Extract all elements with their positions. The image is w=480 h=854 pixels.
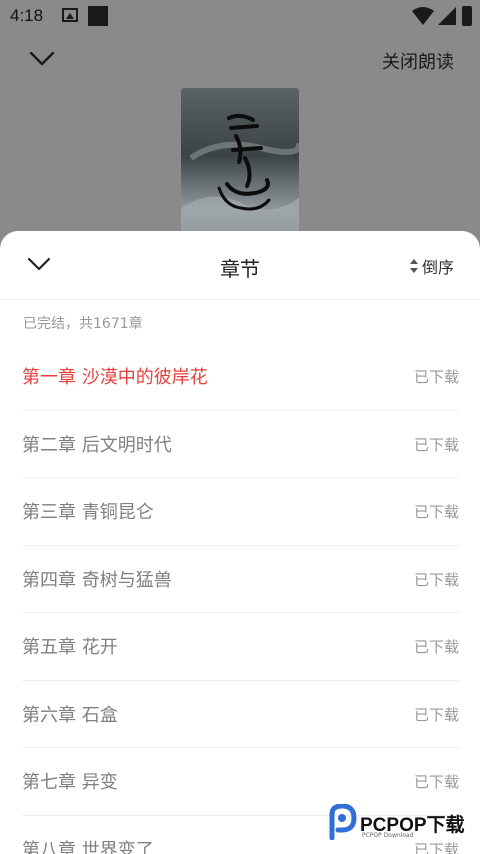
download-status: 已下载 bbox=[413, 368, 459, 386]
book-cover bbox=[181, 88, 299, 238]
sheet-header: 章节 倒序 bbox=[0, 231, 480, 300]
chapter-item[interactable]: 第四章 奇树与猛兽 已下载 bbox=[22, 546, 459, 613]
chapter-title: 第五章 花开 bbox=[22, 637, 118, 658]
status-bar: 4:18 bbox=[0, 0, 480, 34]
chapter-title: 第三章 青铜昆仑 bbox=[22, 502, 154, 523]
download-status: 已下载 bbox=[413, 773, 459, 791]
image-notification-icon bbox=[62, 8, 78, 22]
app-notification-icon bbox=[88, 6, 108, 26]
chevron-down-icon[interactable] bbox=[26, 44, 58, 72]
download-status: 已下载 bbox=[413, 638, 459, 656]
wifi-icon bbox=[412, 7, 434, 25]
download-status: 已下载 bbox=[413, 705, 459, 724]
chapter-title: 第一章 沙漠中的彼岸花 bbox=[22, 367, 208, 388]
signal-icon bbox=[438, 7, 456, 25]
watermark-subtext: PCPOP Download bbox=[362, 832, 414, 839]
sort-order-button[interactable]: 倒序 bbox=[409, 255, 454, 277]
chapter-item[interactable]: 第六章 石盒 已下载 bbox=[22, 681, 459, 748]
chapters-bottom-sheet: 章节 倒序 已完结，共1671章 第一章 沙漠中的彼岸花 已下载 第二章 后文明… bbox=[0, 231, 480, 854]
battery-icon bbox=[462, 6, 472, 26]
chapter-title: 第七章 异变 bbox=[22, 772, 118, 793]
download-status: 已下载 bbox=[413, 570, 459, 589]
watermark: PCPOP下载 PCPOP Download bbox=[326, 804, 472, 844]
download-status: 已下载 bbox=[413, 435, 459, 454]
sort-label: 倒序 bbox=[421, 258, 454, 277]
chapter-item[interactable]: 第一章 沙漠中的彼岸花 已下载 bbox=[22, 343, 459, 411]
close-reading-button[interactable]: 关闭朗读 bbox=[382, 48, 454, 74]
chapter-item[interactable]: 第二章 后文明时代 已下载 bbox=[22, 411, 459, 478]
chapter-title: 第八章 世界变了 bbox=[22, 839, 154, 854]
sort-icon bbox=[409, 259, 418, 273]
chapter-item[interactable]: 第三章 青铜昆仑 已下载 bbox=[22, 478, 459, 546]
chapter-item[interactable]: 第五章 花开 已下载 bbox=[22, 613, 459, 681]
status-time: 4:18 bbox=[10, 6, 44, 25]
chapter-list: 第一章 沙漠中的彼岸花 已下载 第二章 后文明时代 已下载 第三章 青铜昆仑 已… bbox=[22, 343, 459, 854]
pcpop-logo-icon bbox=[329, 804, 357, 840]
chapter-summary: 已完结，共1671章 bbox=[23, 316, 143, 332]
book-cover-art bbox=[181, 113, 299, 238]
download-status: 已下载 bbox=[413, 503, 459, 521]
chapter-title: 第二章 后文明时代 bbox=[22, 434, 172, 456]
chapter-title: 第六章 石盒 bbox=[22, 704, 118, 726]
chapter-title: 第四章 奇树与猛兽 bbox=[22, 569, 172, 591]
